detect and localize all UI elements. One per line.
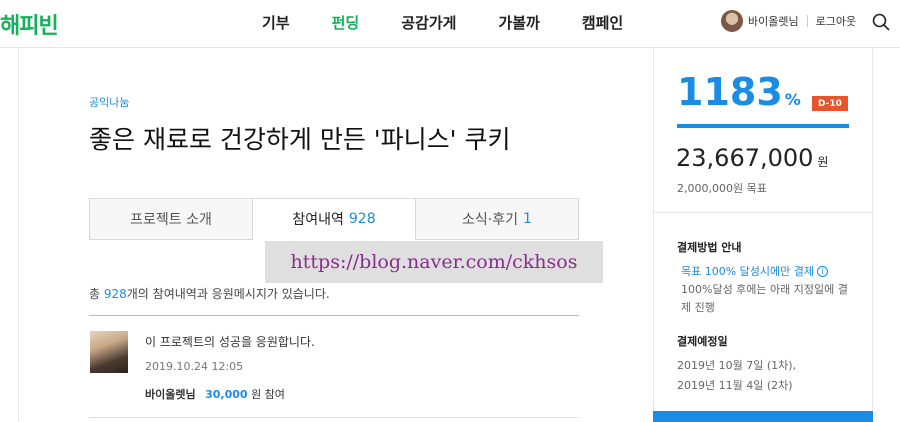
divider (89, 417, 579, 418)
tab-label: 소식·후기 (462, 212, 519, 228)
schedule-list: 2019년 10월 7일 (1차), 2019년 11월 4일 (2차) (677, 356, 796, 396)
funding-progress-bar (677, 124, 849, 128)
user-area: 바이올렛님 로그아웃 (721, 10, 856, 32)
tab-count: 928 (348, 211, 376, 227)
info-icon[interactable]: i (817, 265, 829, 277)
user-avatar[interactable] (721, 10, 743, 32)
summary-count: 928 (103, 287, 127, 301)
payment-info-link[interactable]: 목표 100% 달성시에만 결제 i (681, 263, 829, 279)
payment-description: 100%달성 후에는 아래 지정일에 결제 진행 (681, 283, 848, 314)
summary-suffix: 개의 참여내역과 응원메시지가 있습니다. (126, 287, 330, 301)
main-nav: 기부 펀딩 공감가게 가볼까 캠페인 (262, 12, 665, 33)
entry-meta: 바이올렛님 30,000 원 참여 (145, 386, 285, 402)
participation-summary: 총 928개의 참여내역과 응원메시지가 있습니다. (89, 285, 330, 302)
percent-unit: % (784, 90, 801, 109)
amount-value: 23,667,000 (676, 144, 814, 172)
payment-title: 결제방법 안내 (677, 241, 742, 254)
entry-amount-suffix: 원 참여 (251, 388, 285, 401)
nav-item-visit[interactable]: 가볼까 (498, 12, 539, 33)
project-tabs: 프로젝트 소개 참여내역 928 소식·후기 1 (89, 198, 579, 240)
entry-amount: 30,000 (205, 388, 248, 401)
entry-message: 이 프로젝트의 성공을 응원합니다. (145, 335, 315, 349)
tab-count: 1 (523, 211, 532, 227)
blog-watermark: https://blog.naver.com/ckhsos (265, 241, 603, 283)
nav-item-campaign[interactable]: 캠페인 (582, 12, 623, 33)
entry-name: 바이올렛님 (145, 388, 196, 401)
content-border (18, 48, 19, 422)
summary-prefix: 총 (89, 287, 104, 301)
fund-button[interactable] (653, 411, 873, 422)
nav-item-funding[interactable]: 펀딩 (332, 12, 360, 33)
logo[interactable]: 해피빈 (0, 8, 59, 40)
tab-label: 프로젝트 소개 (130, 212, 212, 228)
tab-news[interactable]: 소식·후기 1 (416, 198, 579, 240)
funding-amount: 23,667,000 원 (676, 144, 828, 172)
page-title: 좋은 재료로 건강하게 만든 '파니스' 쿠키 (89, 125, 511, 154)
tab-introduction[interactable]: 프로젝트 소개 (89, 198, 253, 240)
schedule-title: 결제예정일 (677, 335, 728, 348)
percent-value: 1183 (677, 70, 783, 114)
tab-participation[interactable]: 참여내역 928 (253, 198, 416, 240)
funding-percent: 1183% (677, 70, 801, 114)
search-icon[interactable] (871, 12, 891, 32)
nav-item-store[interactable]: 공감가게 (401, 12, 456, 33)
project-category[interactable]: 공익나눔 (89, 94, 129, 110)
top-header: 해피빈 기부 펀딩 공감가게 가볼까 캠페인 바이올렛님 로그아웃 (0, 0, 900, 48)
divider (89, 315, 579, 316)
schedule-item: 2019년 11월 4일 (2차) (677, 379, 793, 392)
nav-item-donate[interactable]: 기부 (262, 12, 290, 33)
payment-info-label: 목표 100% 달성시에만 결제 (681, 265, 815, 278)
user-name[interactable]: 바이올렛님 (748, 13, 799, 29)
entry-avatar (90, 331, 128, 373)
entry-date: 2019.10.24 12:05 (145, 360, 244, 373)
dday-badge: D-10 (812, 96, 848, 111)
divider (806, 15, 808, 27)
tab-label: 참여내역 (292, 212, 344, 228)
amount-unit: 원 (817, 155, 829, 169)
funding-goal: 2,000,000원 목표 (677, 182, 767, 195)
schedule-item: 2019년 10월 7일 (1차), (677, 359, 797, 372)
logout-link[interactable]: 로그아웃 (816, 13, 856, 29)
divider (654, 212, 872, 213)
